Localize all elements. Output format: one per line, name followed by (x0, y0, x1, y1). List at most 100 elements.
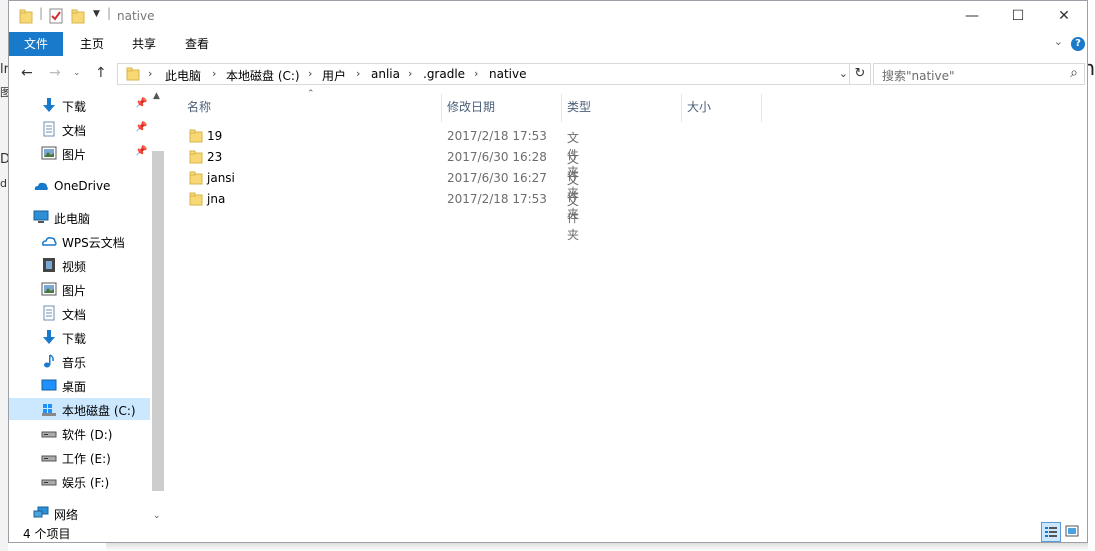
breadcrumb-anlia[interactable]: anlia (371, 67, 400, 81)
search-box[interactable]: 搜索"native" ⌕ (873, 63, 1085, 85)
pin-icon[interactable]: 📌 (135, 98, 147, 109)
refresh-icon[interactable]: ↻ (849, 64, 870, 84)
chevron-right-icon[interactable]: › (308, 67, 312, 80)
navigation-bar: ← → ⌄ ↑ › 此电脑 › 本地磁盘 (C:) › 用户 › anlia ›… (9, 63, 1087, 87)
nav-item-label: 软件 (D:) (62, 428, 113, 442)
sort-ascending-icon: ⌃ (307, 89, 315, 99)
chevron-right-icon[interactable]: › (474, 67, 478, 80)
scroll-down-icon[interactable]: ⌄ (153, 511, 161, 521)
music-icon (44, 354, 54, 368)
address-bar[interactable]: › 此电脑 › 本地磁盘 (C:) › 用户 › anlia › .gradle… (117, 63, 871, 85)
onedrive-icon (34, 182, 48, 190)
nav-item-drive-f[interactable]: 娱乐 (F:) (9, 470, 150, 492)
nav-item-network[interactable]: 网络 (9, 502, 150, 524)
breadcrumb-this-pc[interactable]: 此电脑 (165, 67, 201, 84)
folder-icon[interactable] (19, 8, 33, 24)
maximize-button[interactable]: ☐ (995, 1, 1041, 31)
nav-item-desktop[interactable]: 桌面 (9, 374, 150, 396)
nav-item-label: 文档 (62, 124, 87, 138)
tab-home[interactable]: 主页 (67, 32, 117, 56)
pictures-icon (41, 146, 57, 160)
download-icon (43, 330, 55, 344)
nav-item-quick-documents[interactable]: 文档 📌 (9, 118, 150, 140)
nav-item-label: 娱乐 (F:) (62, 476, 110, 490)
drive-icon (41, 479, 57, 486)
help-button[interactable]: ? (1071, 37, 1085, 51)
nav-scrollbar[interactable]: ▲ ⌄ (150, 91, 166, 521)
windows-drive-icon (42, 404, 56, 416)
navigation-pane: 下载 📌 文档 📌 图片 📌 OneDrive 此电脑 WPS云文档 视频 图片… (9, 91, 150, 524)
file-row[interactable]: 23 2017/6/30 16:28 文件夹 (179, 147, 579, 200)
folder-icon (189, 171, 203, 185)
nav-item-label: 桌面 (62, 380, 87, 394)
breadcrumb-native[interactable]: native (489, 67, 526, 81)
file-name: 19 (207, 129, 223, 143)
network-icon (33, 506, 49, 518)
drive-icon (41, 431, 57, 438)
tab-view[interactable]: 查看 (172, 32, 222, 56)
column-header-type[interactable]: 类型 (567, 98, 591, 120)
nav-item-pictures[interactable]: 图片 (9, 278, 150, 300)
file-row[interactable]: 19 2017/2/18 17:53 文件夹 (179, 126, 579, 179)
breadcrumb-users[interactable]: 用户 (322, 67, 346, 84)
nav-item-documents[interactable]: 文档 (9, 302, 150, 324)
separator: | (107, 6, 112, 20)
file-row[interactable]: jansi 2017/6/30 16:27 文件夹 (179, 168, 579, 221)
column-divider[interactable] (761, 94, 762, 122)
tab-share[interactable]: 共享 (119, 32, 169, 56)
nav-item-onedrive[interactable]: OneDrive (9, 175, 150, 197)
nav-item-drive-d[interactable]: 软件 (D:) (9, 422, 150, 444)
search-icon[interactable]: ⌕ (1070, 65, 1078, 81)
close-button[interactable]: ✕ (1041, 1, 1087, 31)
nav-item-label: 本地磁盘 (C:) (62, 404, 136, 418)
folder-icon (189, 150, 203, 164)
nav-item-videos[interactable]: 视频 (9, 254, 150, 276)
nav-item-label: 音乐 (62, 356, 87, 370)
recent-locations-icon[interactable]: ⌄ (73, 68, 81, 78)
pin-icon[interactable]: 📌 (135, 146, 147, 157)
nav-item-music[interactable]: 音乐 (9, 350, 150, 372)
separator: | (39, 6, 44, 20)
nav-item-this-pc[interactable]: 此电脑 (9, 206, 150, 228)
column-header-date[interactable]: 修改日期 (447, 98, 495, 120)
details-view-button[interactable] (1041, 522, 1061, 542)
address-dropdown-icon[interactable]: ⌄ (839, 67, 848, 80)
breadcrumb-drive-c[interactable]: 本地磁盘 (C:) (226, 67, 300, 84)
tab-file[interactable]: 文件 (9, 32, 63, 56)
column-divider[interactable] (561, 94, 562, 122)
chevron-right-icon[interactable]: › (148, 67, 152, 80)
ribbon-tabs: 文件 主页 共享 查看 ⌄ ? (9, 32, 1087, 56)
properties-icon[interactable] (49, 8, 63, 24)
nav-item-quick-downloads[interactable]: 下载 📌 (9, 94, 150, 116)
column-header-name[interactable]: 名称 (187, 98, 211, 120)
column-divider[interactable] (681, 94, 682, 122)
up-arrow-icon[interactable]: ↑ (95, 65, 107, 81)
file-row[interactable]: jna 2017/2/18 17:53 文件夹 (179, 189, 579, 242)
nav-item-label: WPS云文档 (62, 236, 125, 250)
customize-toolbar-icon[interactable]: ▼ (93, 9, 100, 19)
large-icons-view-button[interactable] (1063, 522, 1083, 542)
column-header-size[interactable]: 大小 (687, 98, 711, 120)
nav-item-label: 文档 (62, 308, 87, 322)
column-divider[interactable] (441, 94, 442, 122)
scroll-up-icon[interactable]: ▲ (153, 91, 160, 101)
expand-ribbon-icon[interactable]: ⌄ (1054, 35, 1063, 48)
forward-arrow-icon[interactable]: → (49, 65, 61, 81)
back-arrow-icon[interactable]: ← (21, 65, 33, 81)
nav-item-downloads[interactable]: 下载 (9, 326, 150, 348)
background-text: d (0, 177, 7, 190)
nav-item-drive-c[interactable]: 本地磁盘 (C:) (9, 398, 150, 420)
window-title: native (117, 9, 155, 23)
new-folder-icon[interactable] (71, 8, 85, 24)
nav-item-quick-pictures[interactable]: 图片 📌 (9, 142, 150, 164)
chevron-right-icon[interactable]: › (408, 67, 412, 80)
breadcrumb-gradle[interactable]: .gradle (423, 67, 465, 81)
scrollbar-thumb[interactable] (152, 151, 164, 491)
chevron-right-icon[interactable]: › (212, 67, 216, 80)
nav-item-wps-cloud[interactable]: WPS云文档 (9, 230, 150, 252)
minimize-button[interactable]: — (949, 1, 995, 31)
chevron-right-icon[interactable]: › (356, 67, 360, 80)
nav-item-drive-e[interactable]: 工作 (E:) (9, 446, 150, 468)
status-item-count: 4 个项目 (23, 527, 71, 541)
pin-icon[interactable]: 📌 (135, 122, 147, 133)
